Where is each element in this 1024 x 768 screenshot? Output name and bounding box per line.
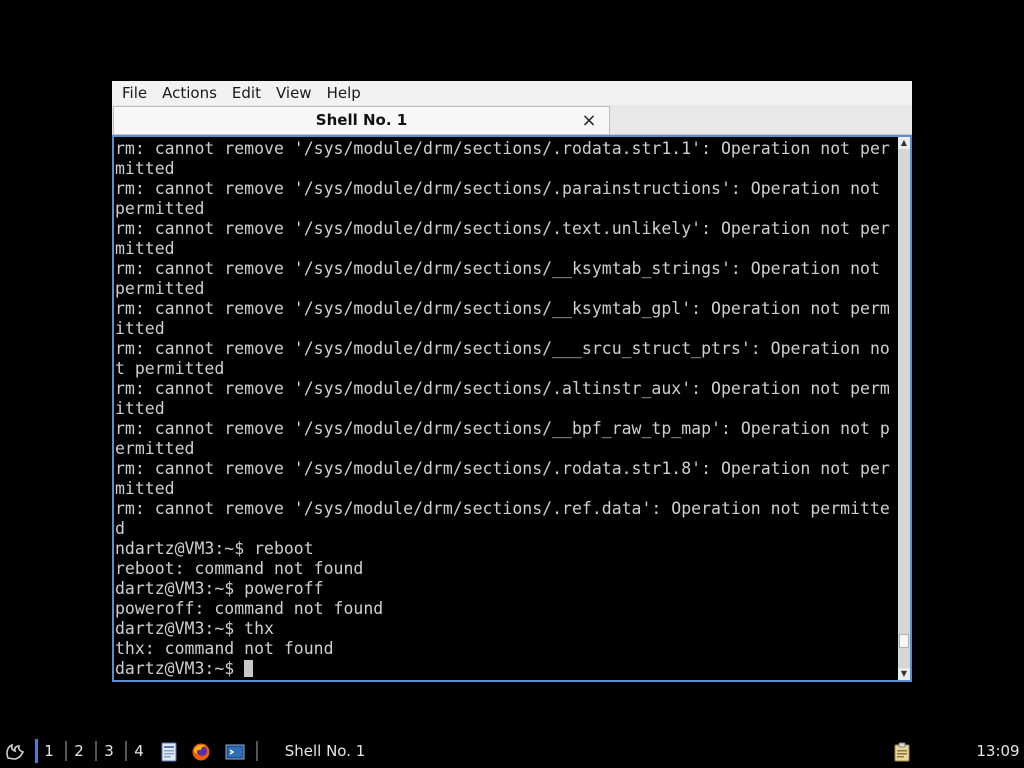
scroll-down-arrow-icon[interactable]: ▼	[898, 668, 910, 680]
terminal-line: rm: cannot remove '/sys/module/drm/secti…	[115, 379, 890, 398]
terminal-line: dartz@VM3:~$ poweroff	[115, 579, 324, 598]
close-icon[interactable]: ×	[579, 111, 599, 131]
terminal-line: rm: cannot remove '/sys/module/drm/secti…	[115, 419, 890, 438]
terminal-line: rm: cannot remove '/sys/module/drm/secti…	[115, 139, 890, 158]
desktop-separator	[125, 741, 127, 761]
clipboard-icon[interactable]	[890, 734, 914, 768]
desktop-2-button[interactable]: 2	[69, 734, 89, 768]
terminal-line: rm: cannot remove '/sys/module/drm/secti…	[115, 219, 890, 238]
terminal-line: ndartz@VM3:~$ reboot	[115, 539, 314, 558]
terminal-line: mitted	[115, 159, 175, 178]
lxde-start-icon[interactable]	[2, 734, 28, 768]
terminal-line: rm: cannot remove '/sys/module/drm/secti…	[115, 459, 890, 478]
menu-bar: File Actions Edit View Help	[112, 81, 912, 105]
menu-file[interactable]: File	[117, 81, 152, 105]
terminal-line: itted	[115, 319, 165, 338]
desktop-4-button[interactable]: 4	[129, 734, 149, 768]
terminal-line: rm: cannot remove '/sys/module/drm/secti…	[115, 259, 880, 278]
terminal-line: mitted	[115, 239, 175, 258]
terminal-window: File Actions Edit View Help Shell No. 1 …	[112, 81, 912, 682]
terminal-prompt: dartz@VM3:~$	[115, 659, 245, 678]
terminal-line: rm: cannot remove '/sys/module/drm/secti…	[115, 339, 890, 358]
scroll-up-arrow-icon[interactable]: ▲	[898, 137, 910, 149]
clock: 13:09	[976, 742, 1020, 760]
active-desktop-indicator	[35, 739, 38, 763]
menu-view[interactable]: View	[271, 81, 317, 105]
desktop-1-button[interactable]: 1	[39, 734, 59, 768]
terminal-line: reboot: command not found	[115, 559, 364, 578]
firefox-icon[interactable]	[190, 734, 212, 768]
terminal-scrollbar[interactable]: ▲ ▼	[898, 137, 910, 680]
taskbar: 1 2 3 4 Shell No. 1 13:09	[0, 734, 1024, 768]
taskbar-task-shell-1[interactable]: Shell No. 1	[270, 734, 380, 768]
terminal-line: rm: cannot remove '/sys/module/drm/secti…	[115, 179, 880, 198]
menu-edit[interactable]: Edit	[227, 81, 266, 105]
taskbar-separator	[256, 741, 258, 761]
terminal-line: dartz@VM3:~$ thx	[115, 619, 274, 638]
terminal-line: mitted	[115, 479, 175, 498]
tab-title: Shell No. 1	[315, 111, 408, 129]
tab-shell-1[interactable]: Shell No. 1 ×	[113, 106, 610, 134]
desktop-separator	[95, 741, 97, 761]
terminal-frame: rm: cannot remove '/sys/module/drm/secti…	[112, 135, 912, 682]
terminal-output[interactable]: rm: cannot remove '/sys/module/drm/secti…	[114, 137, 898, 680]
scrollbar-thumb[interactable]	[899, 633, 909, 648]
menu-actions[interactable]: Actions	[157, 81, 222, 105]
terminal-line: poweroff: command not found	[115, 599, 384, 618]
desktop-separator	[65, 741, 67, 761]
terminal-line: thx: command not found	[115, 639, 334, 658]
file-manager-icon[interactable]	[158, 734, 180, 768]
terminal-line: itted	[115, 399, 165, 418]
terminal-line: permitted	[115, 279, 205, 298]
terminal-icon[interactable]	[223, 734, 247, 768]
terminal-lines: rm: cannot remove '/sys/module/drm/secti…	[115, 139, 890, 679]
terminal-line: t permitted	[115, 359, 225, 378]
terminal-line: d	[115, 519, 125, 538]
terminal-prompt-line: dartz@VM3:~$	[115, 659, 890, 679]
terminal-line: rm: cannot remove '/sys/module/drm/secti…	[115, 499, 890, 518]
terminal-line: rm: cannot remove '/sys/module/drm/secti…	[115, 299, 890, 318]
text-cursor	[244, 660, 254, 677]
terminal-line: ermitted	[115, 439, 195, 458]
terminal-line: permitted	[115, 199, 205, 218]
tab-bar: Shell No. 1 ×	[112, 105, 912, 135]
menu-help[interactable]: Help	[322, 81, 366, 105]
desktop-3-button[interactable]: 3	[99, 734, 119, 768]
